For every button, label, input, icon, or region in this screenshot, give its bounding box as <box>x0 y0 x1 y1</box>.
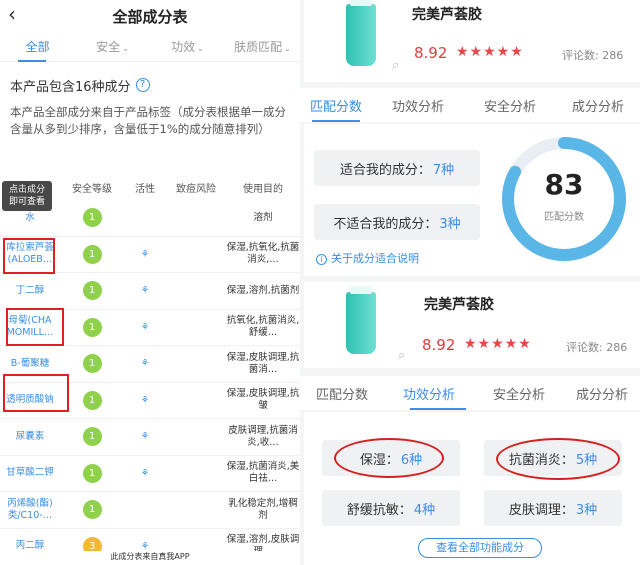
tab-safety-analysis[interactable]: 安全分析 <box>474 384 564 403</box>
suitability-info-link[interactable]: i 关于成分适合说明 <box>316 250 419 266</box>
ingredient-name[interactable]: 甘草酸二钾 <box>0 467 60 479</box>
ingredient-purpose: 皮肤调理,抗菌消炎,收… <box>228 424 298 448</box>
safety-badge: 1 <box>82 390 102 410</box>
tab-match-score[interactable]: 匹配分数 <box>300 96 372 115</box>
product-card: 完美芦荟胶 8.92 ★★★★★ 评论数: 286 ⌕ <box>304 282 640 368</box>
tab-efficacy[interactable]: 功效 ⌄ <box>150 38 225 55</box>
footer-source: 此成分表来自真我APP <box>0 551 300 565</box>
activity-icon: ⚘ <box>140 431 150 443</box>
analysis-tabs-top: 匹配分数 功效分析 安全分析 成分分析 <box>300 88 640 122</box>
safety-badge: 1 <box>82 354 102 374</box>
product-name: 完美芦荟胶 <box>412 7 482 23</box>
product-image <box>346 286 376 354</box>
review-count[interactable]: 评论数: 286 <box>566 339 627 355</box>
product-score: 8.92 <box>414 44 448 62</box>
activity-icon: ⚘ <box>140 394 150 406</box>
activity-icon: ⚘ <box>140 285 150 297</box>
view-all-efficacy-button[interactable]: 查看全部功能成分 <box>418 538 542 558</box>
filter-tabs: 全部 安全 ⌄ 功效 ⌄ 肤质匹配 ⌄ <box>0 32 300 62</box>
safety-badge: 1 <box>82 208 102 228</box>
chevron-down-icon: ⌄ <box>122 44 129 53</box>
safety-badge: 1 <box>82 281 102 301</box>
active-tab-indicator <box>410 408 466 410</box>
page-title: 全部成分表 <box>112 7 188 26</box>
tab-skin-match[interactable]: 肤质匹配 ⌄ <box>225 38 300 55</box>
ingredient-purpose: 保湿,皮肤调理,抗菌消… <box>226 351 300 375</box>
column-safety-level: 安全等级 <box>72 183 112 195</box>
ingredient-purpose: 溶剂 <box>253 211 273 223</box>
info-icon: i <box>316 254 327 265</box>
tab-ingredient-analysis[interactable]: 成分分析 <box>564 384 640 403</box>
search-icon[interactable]: ⌕ <box>392 58 399 73</box>
safety-badge: 1 <box>82 463 102 483</box>
active-tab-indicator <box>18 60 46 62</box>
unsuitable-ingredients[interactable]: 不适合我的成分： 3种 <box>314 204 480 240</box>
tab-safety-analysis[interactable]: 安全分析 <box>464 96 556 115</box>
tab-efficacy-analysis[interactable]: 功效分析 <box>372 96 464 115</box>
suitable-ingredients[interactable]: 适合我的成分： 7种 <box>314 150 480 186</box>
tooltip: 点击成分 即可查看 <box>2 181 52 211</box>
rating-stars: ★★★★★ <box>464 336 532 352</box>
ingredient-purpose: 保湿,溶剂,抗菌剂 <box>226 284 300 296</box>
back-icon[interactable]: ‹ <box>8 2 16 26</box>
ingredient-name[interactable]: 尿囊素 <box>0 431 60 443</box>
ingredient-name[interactable]: B-葡聚糖 <box>0 358 60 370</box>
safety-badge: 1 <box>82 427 102 447</box>
analysis-panel: 完美芦荟胶 8.92 ★★★★★ 评论数: 286 ⌕ 匹配分数 功效分析 安全… <box>300 0 640 565</box>
tab-all[interactable]: 全部 <box>0 38 75 55</box>
safety-badge: 1 <box>82 317 102 337</box>
review-count[interactable]: 评论数: 286 <box>562 47 623 63</box>
ingredient-name[interactable]: 丙烯酸(酯)类/C10-… <box>0 498 60 522</box>
activity-icon: ⚘ <box>140 358 150 370</box>
highlight-box <box>3 238 55 274</box>
ingredient-purpose: 保湿,抗菌消炎,美白祛… <box>226 461 300 485</box>
highlight-box <box>3 374 69 412</box>
product-card: 完美芦荟胶 8.92 ★★★★★ 评论数: 286 ⌕ <box>304 0 640 82</box>
column-purpose: 使用目的 <box>243 183 283 195</box>
ingredient-purpose: 抗氧化,抗菌消炎,舒缓… <box>226 315 300 339</box>
tab-ingredient-analysis[interactable]: 成分分析 <box>556 96 640 115</box>
highlight-box <box>6 308 64 346</box>
chevron-down-icon: ⌄ <box>284 44 291 53</box>
ingredient-list-panel: ‹ 全部成分表 全部 安全 ⌄ 功效 ⌄ 肤质匹配 ⌄ 本产品包含16种成分 ? 本产… <box>0 0 300 565</box>
table-row[interactable]: 甘草酸二钾 1 ⚘ 保湿,抗菌消炎,美白祛… <box>0 456 300 492</box>
tab-match-score[interactable]: 匹配分数 <box>300 384 384 403</box>
ingredient-name[interactable]: 水 <box>0 212 60 224</box>
rating-stars: ★★★★★ <box>456 44 524 60</box>
ingredient-name[interactable]: 丁二醇 <box>0 285 60 297</box>
analysis-tabs-bottom: 匹配分数 功效分析 安全分析 成分分析 <box>300 376 640 410</box>
highlight-ellipse <box>496 438 620 480</box>
ingredient-purpose: 乳化稳定剂,增稠剂 <box>228 497 298 521</box>
table-row[interactable]: 尿囊素 1 ⚘ 皮肤调理,抗菌消炎,收… <box>0 419 300 456</box>
header: ‹ 全部成分表 <box>0 0 300 32</box>
match-score-value: 83 <box>544 168 584 201</box>
efficacy-soothing[interactable]: 舒缓抗敏： 4种 <box>322 490 460 526</box>
product-image <box>346 0 376 66</box>
product-name: 完美芦荟胶 <box>424 297 494 313</box>
tab-safety[interactable]: 安全 ⌄ <box>75 38 150 55</box>
highlight-ellipse <box>334 438 444 478</box>
product-score: 8.92 <box>422 336 456 354</box>
activity-icon: ⚘ <box>140 248 150 260</box>
ingredient-count: 本产品包含16种成分 ? <box>0 62 300 96</box>
table-row[interactable]: 丙烯酸(酯)类/C10-… 1 乳化稳定剂,增稠剂 <box>0 492 300 529</box>
chevron-down-icon: ⌄ <box>197 44 204 53</box>
ingredient-purpose: 保湿,皮肤调理,抗皱 <box>226 388 300 412</box>
safety-badge: 1 <box>82 244 102 264</box>
safety-badge: 1 <box>82 500 102 520</box>
activity-icon: ⚘ <box>140 321 150 333</box>
column-acne-risk: 致痘风险 <box>176 183 216 195</box>
table-row[interactable]: 丁二醇 1 ⚘ 保湿,溶剂,抗菌剂 <box>0 273 300 310</box>
tab-efficacy-analysis[interactable]: 功效分析 <box>384 384 474 403</box>
active-tab-indicator <box>312 120 360 122</box>
match-score-label: 匹配分数 <box>544 212 584 223</box>
ingredient-purpose: 保湿,抗氧化,抗菌消炎,… <box>226 242 300 266</box>
activity-icon: ⚘ <box>140 467 150 479</box>
help-icon[interactable]: ? <box>135 78 150 92</box>
ingredient-note: 本产品全部成分来自于产品标签（成分表根据单一成分含量从多到少排序，含量低于1%的… <box>10 105 286 136</box>
search-icon[interactable]: ⌕ <box>398 348 405 363</box>
column-activity: 活性 <box>135 183 155 195</box>
efficacy-skin-conditioning[interactable]: 皮肤调理： 3种 <box>484 490 622 526</box>
